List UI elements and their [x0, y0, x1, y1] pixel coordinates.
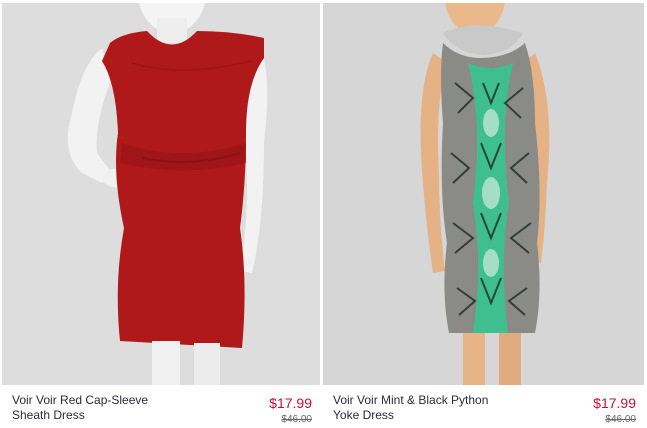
product-name[interactable]: Voir Voir Mint & Black Python Yoke Dress — [333, 393, 533, 423]
product-info: Voir Voir Red Cap-Sleeve Sheath Dress $1… — [2, 385, 320, 428]
product-name[interactable]: Voir Voir Red Cap-Sleeve Sheath Dress — [12, 393, 212, 423]
sale-price: $17.99 — [269, 395, 312, 411]
product-grid: Voir Voir Red Cap-Sleeve Sheath Dress $1… — [0, 0, 647, 428]
product-info: Voir Voir Mint & Black Python Yoke Dress… — [323, 385, 644, 428]
original-price: $46.00 — [605, 414, 636, 425]
product-name-line1[interactable]: Voir Voir Red Cap-Sleeve — [12, 393, 212, 408]
product-name-line1[interactable]: Voir Voir Mint & Black Python — [333, 393, 533, 408]
product-image[interactable] — [323, 3, 644, 385]
original-price: $46.00 — [281, 414, 312, 425]
sale-price: $17.99 — [593, 395, 636, 411]
product-image[interactable] — [2, 3, 320, 385]
product-name-line2[interactable]: Yoke Dress — [333, 408, 533, 423]
product-card[interactable]: Voir Voir Red Cap-Sleeve Sheath Dress $1… — [2, 0, 320, 428]
product-card[interactable]: Voir Voir Mint & Black Python Yoke Dress… — [323, 0, 644, 428]
product-name-line2[interactable]: Sheath Dress — [12, 408, 212, 423]
